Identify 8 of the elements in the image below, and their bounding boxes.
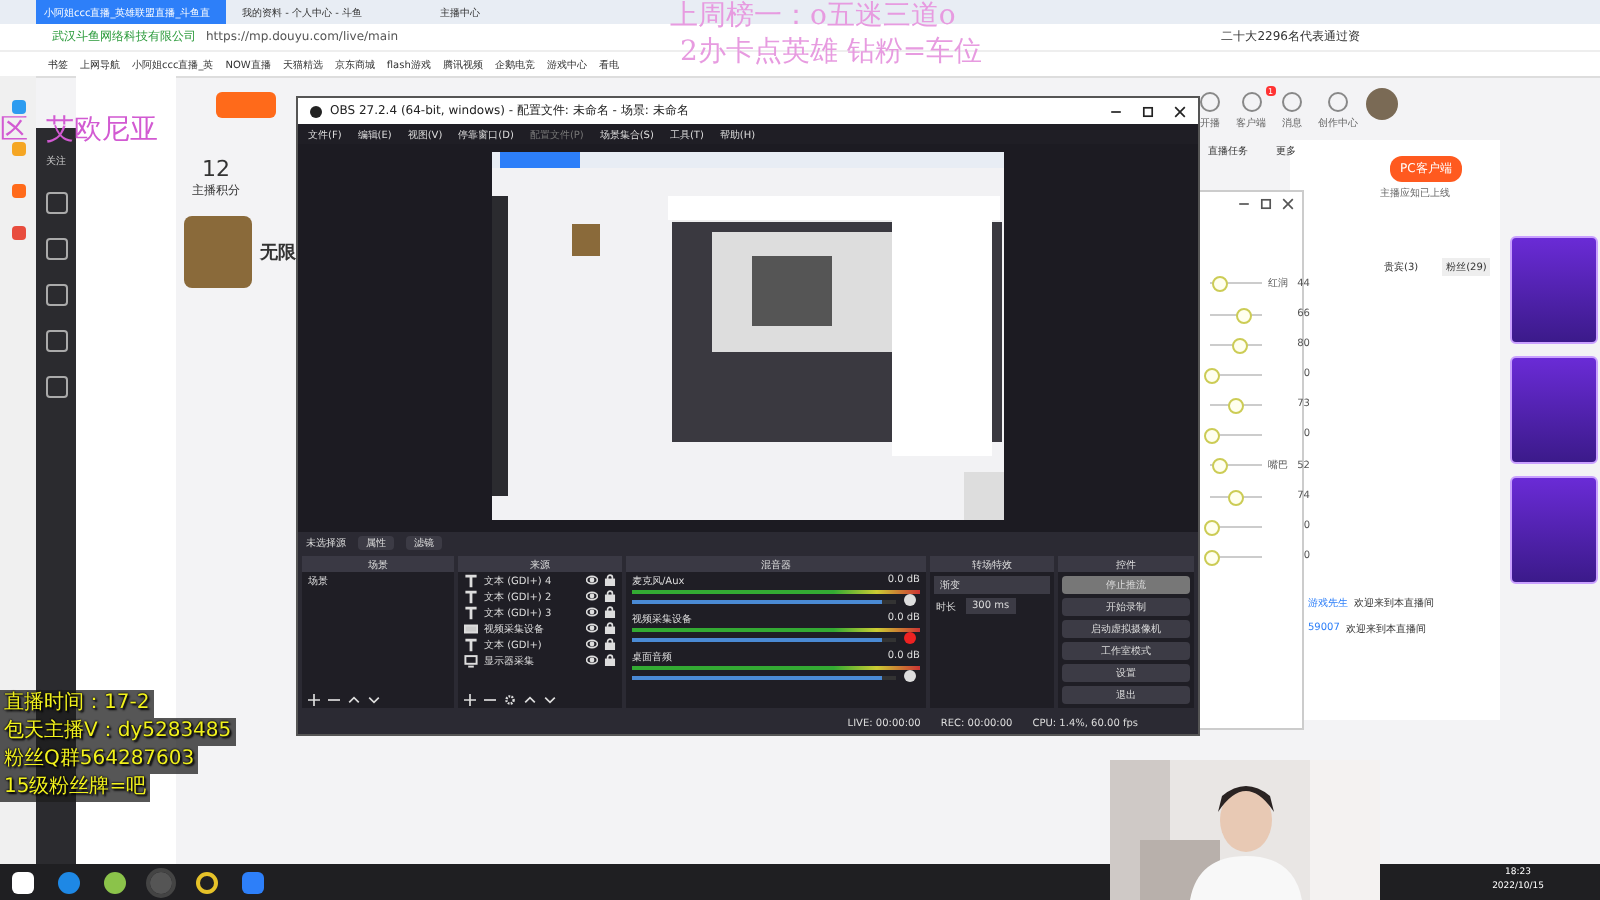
overlay-text: 包天主播V：dy5283485	[0, 718, 236, 746]
overlay-text: 直播时间：17-2	[0, 690, 154, 718]
overlay-text: 15级粉丝牌=吧	[0, 774, 151, 802]
overlay-text: 2办卡点英雄 钻粉=车位	[678, 34, 983, 70]
card-title: 无限	[260, 241, 296, 265]
overlay-text: 上周榜一：o五迷三道o	[670, 0, 958, 34]
overlay-text: 粉丝Q群564287603	[0, 746, 199, 774]
score-value: 12	[200, 156, 232, 182]
